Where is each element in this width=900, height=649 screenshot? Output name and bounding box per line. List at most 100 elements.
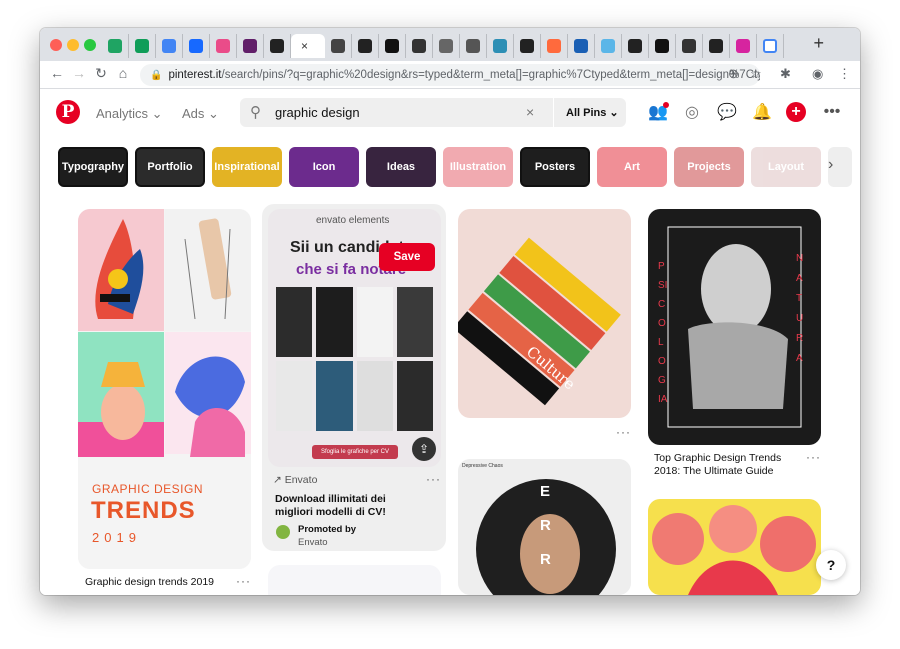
pin-letter: R [540, 517, 551, 534]
browser-tab[interactable] [622, 34, 649, 58]
promoted-by-label: Promoted by [298, 524, 357, 535]
forward-icon[interactable]: → [70, 65, 88, 81]
site-header: P Analytics ⌄ Ads ⌄ ⚲ graphic design × A… [40, 90, 860, 138]
browser-menu-icon[interactable]: ⋮ [838, 66, 851, 82]
messages-icon[interactable]: 💬 [716, 101, 738, 123]
more-options-icon[interactable]: ••• [821, 101, 843, 123]
chip-portfolio[interactable]: Portfolio [135, 147, 205, 187]
save-button[interactable]: Save [379, 243, 435, 271]
browser-tab[interactable]: × [291, 34, 325, 58]
browser-tab[interactable] [730, 34, 757, 58]
browser-tab[interactable] [757, 34, 784, 58]
site-icon [439, 39, 453, 53]
site-icon [574, 39, 588, 53]
chip-illustration[interactable]: Illustration [443, 147, 513, 187]
browser-tab[interactable] [237, 34, 264, 58]
home-icon[interactable]: ⌂ [114, 65, 132, 81]
browser-tab[interactable] [487, 34, 514, 58]
chip-icon[interactable]: Icon [289, 147, 359, 187]
pin-design-trends-2018[interactable]: PSICOLOGIA NATURA [648, 209, 821, 445]
account-badge-icon[interactable]: ◎ [681, 101, 703, 123]
pin-letter: R [540, 551, 551, 568]
browser-tab[interactable] [325, 34, 352, 58]
browser-tab[interactable] [514, 34, 541, 58]
reload-icon[interactable]: ↻ [92, 65, 110, 82]
promoter-name[interactable]: Envato [298, 536, 328, 549]
pin-culture-poster[interactable]: Culture [458, 209, 631, 418]
promoter-avatar[interactable] [276, 525, 290, 539]
browser-tab[interactable] [352, 34, 379, 58]
browser-tab[interactable] [406, 34, 433, 58]
browser-tab[interactable] [649, 34, 676, 58]
browser-tab[interactable] [676, 34, 703, 58]
browser-tab[interactable] [541, 34, 568, 58]
pin-preview[interactable] [268, 565, 441, 595]
create-pin-icon[interactable]: + [786, 102, 806, 122]
chip-ideas[interactable]: Ideas [366, 147, 436, 187]
pin-roses[interactable] [648, 499, 821, 595]
close-window-button[interactable] [50, 39, 62, 51]
pin-source-link[interactable]: ↗ Envato [273, 474, 317, 487]
minimize-window-button[interactable] [67, 39, 79, 51]
site-icon [412, 39, 426, 53]
bookmark-star-icon[interactable]: ☆ [750, 66, 762, 82]
pin-side-text: NATURA [796, 253, 804, 364]
back-icon[interactable]: ← [48, 65, 66, 81]
browser-tab[interactable] [568, 34, 595, 58]
chip-posters[interactable]: Posters [520, 147, 590, 187]
external-link-icon: ↗ [273, 474, 285, 486]
site-icon [385, 39, 399, 53]
site-icon [547, 39, 561, 53]
browser-tab[interactable] [210, 34, 237, 58]
browser-tab[interactable] [264, 34, 291, 58]
help-button[interactable]: ? [816, 550, 846, 580]
extensions-icon[interactable]: ✱ [780, 66, 791, 82]
pin-side-text: PSICOLOGIA [658, 261, 668, 405]
pin-graphic-design-trends-2019[interactable]: GRAPHIC DESIGN TRENDS 2019 [78, 209, 251, 569]
browser-tab[interactable] [102, 34, 129, 58]
chip-art[interactable]: Art [597, 147, 667, 187]
search-input[interactable]: graphic design [275, 105, 360, 120]
pin-more-icon[interactable]: ··· [616, 425, 631, 439]
profile-icon[interactable]: ◉ [812, 66, 823, 82]
pin-more-icon[interactable]: ··· [806, 450, 821, 464]
pin-title[interactable]: Graphic design trends 2019 [85, 576, 214, 589]
pin-more-icon[interactable]: ··· [426, 472, 441, 486]
chip-projects[interactable]: Projects [674, 147, 744, 187]
pin-title[interactable]: Download illimitati dei migliori modelli… [275, 493, 425, 519]
pin-title[interactable]: Top Graphic Design Trends 2018: The Ulti… [654, 452, 794, 478]
pinterest-logo[interactable]: P [56, 100, 80, 124]
clear-search-icon[interactable]: × [526, 104, 534, 120]
new-tab-button[interactable]: + [813, 33, 824, 54]
site-icon [466, 39, 480, 53]
browser-tab[interactable] [433, 34, 460, 58]
address-bar[interactable]: 🔒 pinterest.it/search/pins/?q=graphic%20… [140, 64, 760, 86]
chip-inspirational[interactable]: Inspirational [212, 147, 282, 187]
pin-more-icon[interactable]: ··· [236, 574, 251, 588]
ads-menu[interactable]: Ads ⌄ [182, 106, 219, 122]
chip-layout[interactable]: Layout [751, 147, 821, 187]
pin-cta: Sfoglia le grafiche per CV [312, 445, 398, 459]
close-tab-icon[interactable]: × [301, 39, 315, 53]
chips-next-icon[interactable]: › [828, 156, 833, 174]
browser-tab[interactable] [156, 34, 183, 58]
chip-typography[interactable]: Typography [58, 147, 128, 187]
notifications-icon[interactable]: 🔔 [751, 101, 773, 123]
zoom-icon[interactable]: ⊕ [728, 66, 739, 82]
browser-tab[interactable] [460, 34, 487, 58]
browser-tab[interactable] [183, 34, 210, 58]
site-icon [331, 39, 345, 53]
maximize-window-button[interactable] [84, 39, 96, 51]
pin-illustration-culture [458, 237, 621, 406]
browser-tab[interactable] [595, 34, 622, 58]
pin-image-quadrant [165, 332, 251, 457]
share-icon[interactable]: ⇪ [412, 437, 436, 461]
browser-tab[interactable] [379, 34, 406, 58]
pin-image-quadrant [165, 209, 251, 331]
browser-tab[interactable] [703, 34, 730, 58]
url-path: /search/pins/?q=graphic%20design&rs=type… [221, 69, 760, 81]
analytics-menu[interactable]: Analytics ⌄ [96, 106, 163, 122]
browser-tab[interactable] [129, 34, 156, 58]
pin-depressive-chaos[interactable]: Depressive Chaos E R R [458, 459, 631, 595]
pin-filter-dropdown[interactable]: All Pins ⌄ [566, 106, 619, 119]
